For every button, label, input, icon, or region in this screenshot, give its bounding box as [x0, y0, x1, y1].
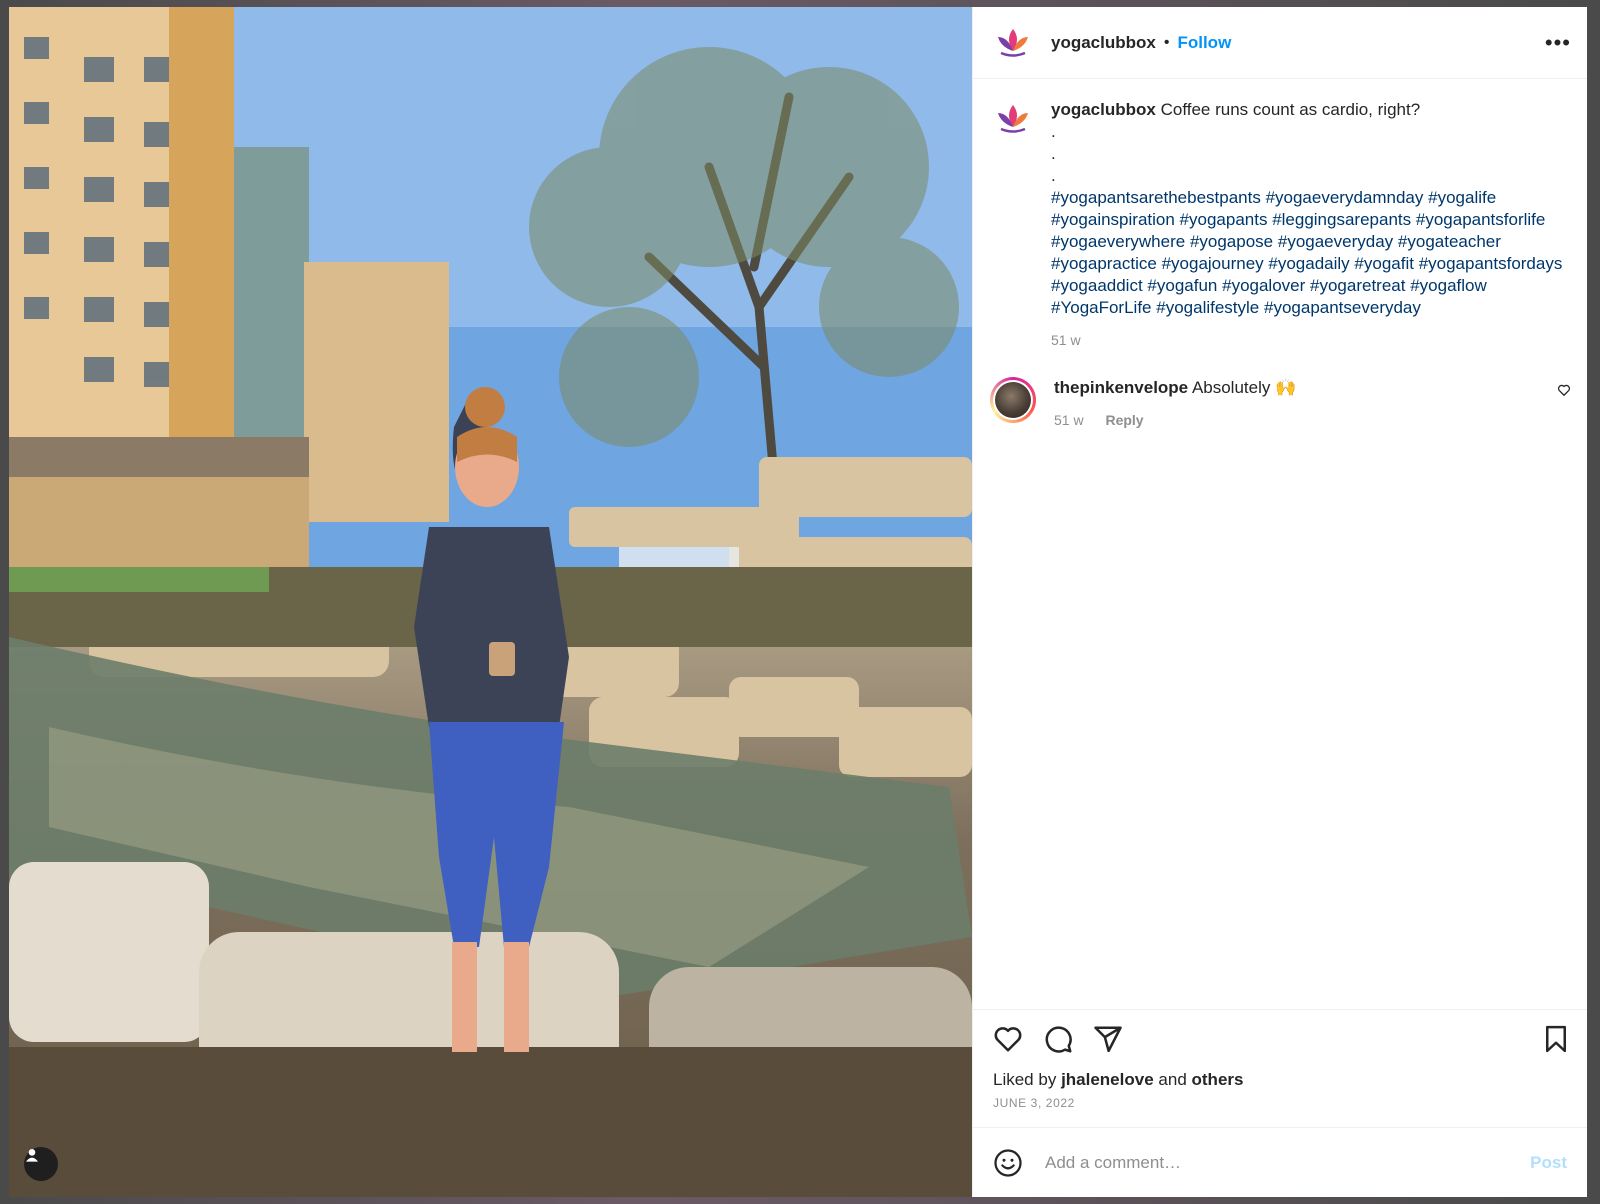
- comment-item: thepinkenvelope Absolutely 🙌 51 w Reply: [990, 377, 1571, 431]
- hashtag-link[interactable]: #yogajourney: [1162, 254, 1264, 273]
- action-icons: [993, 1024, 1571, 1054]
- smiley-icon[interactable]: [993, 1148, 1023, 1178]
- caption-meta: 51 w: [1051, 329, 1571, 351]
- hashtag-link[interactable]: #yogalover: [1222, 276, 1305, 295]
- hashtag-link[interactable]: #yogapantsfordays: [1419, 254, 1563, 273]
- lotus-logo-icon: [998, 28, 1028, 57]
- hashtag-link[interactable]: #yogaflow: [1410, 276, 1487, 295]
- reply-button[interactable]: Reply: [1105, 412, 1143, 428]
- author-username[interactable]: yogaclubbox: [1051, 33, 1156, 53]
- hashtag-link[interactable]: #yogafit: [1354, 254, 1414, 273]
- likes-user[interactable]: jhalenelove: [1061, 1070, 1154, 1089]
- hashtag-link[interactable]: #yogaeverydamnday: [1266, 188, 1424, 207]
- likes-conj: and: [1158, 1070, 1187, 1089]
- likes-others[interactable]: others: [1192, 1070, 1244, 1089]
- hashtag-link[interactable]: #yogapants: [1180, 210, 1268, 229]
- hashtag-link[interactable]: #yogalifestyle: [1156, 298, 1259, 317]
- heart-icon[interactable]: [993, 1024, 1023, 1054]
- heart-icon: [1557, 384, 1571, 396]
- more-options-icon[interactable]: •••: [1545, 30, 1571, 56]
- post-header: yogaclubbox • Follow •••: [973, 7, 1587, 79]
- hashtag-link[interactable]: #yogapantseveryday: [1264, 298, 1421, 317]
- add-comment-bar: Post: [973, 1127, 1587, 1197]
- hashtag-link[interactable]: #yogapantsforlife: [1416, 210, 1545, 229]
- follow-button[interactable]: Follow: [1177, 33, 1231, 53]
- comment-text: Absolutely 🙌: [1191, 378, 1297, 397]
- comment-input[interactable]: [1043, 1151, 1531, 1174]
- author-avatar[interactable]: [993, 22, 1033, 63]
- post-modal: yogaclubbox • Follow ••• yogaclubbox Cof…: [9, 7, 1587, 1197]
- hashtag-link[interactable]: #YogaForLife: [1051, 298, 1152, 317]
- header-separator: •: [1163, 33, 1170, 51]
- comment-bubble-icon[interactable]: [1043, 1024, 1073, 1054]
- commenter-avatar[interactable]: [990, 377, 1036, 423]
- caption-hashtags: #yogapantsarethebestpants #yogaeverydamn…: [1051, 187, 1571, 319]
- likes-summary: Liked by jhalenelove and others: [993, 1070, 1571, 1090]
- caption-avatar[interactable]: [993, 99, 1033, 139]
- hashtag-link[interactable]: #yogafun: [1147, 276, 1217, 295]
- comments-list[interactable]: yogaclubbox Coffee runs count as cardio,…: [973, 79, 1587, 1009]
- caption-username[interactable]: yogaclubbox: [1051, 100, 1156, 119]
- post-side-panel: yogaclubbox • Follow ••• yogaclubbox Cof…: [972, 7, 1587, 1197]
- paper-plane-icon[interactable]: [1093, 1024, 1123, 1054]
- hashtag-link[interactable]: #yogaeverywhere: [1051, 232, 1185, 251]
- commenter-photo: [995, 382, 1031, 418]
- comment-like-button[interactable]: [1557, 377, 1571, 402]
- hashtag-link[interactable]: #yogapractice: [1051, 254, 1157, 273]
- caption-age[interactable]: 51 w: [1051, 332, 1081, 348]
- hashtag-link[interactable]: #yogapose: [1190, 232, 1273, 251]
- likes-prefix: Liked by: [993, 1070, 1057, 1089]
- user-tag-icon[interactable]: [24, 1147, 58, 1181]
- post-comment-button[interactable]: Post: [1530, 1153, 1567, 1173]
- hashtag-link[interactable]: #yogaretreat: [1310, 276, 1405, 295]
- post-actions: Liked by jhalenelove and others JUNE 3, …: [973, 1009, 1587, 1127]
- user-icon: [26, 1149, 38, 1162]
- comment-username[interactable]: thepinkenvelope: [1054, 378, 1188, 397]
- hashtag-link[interactable]: #yogadaily: [1268, 254, 1349, 273]
- hashtag-link[interactable]: #leggingsarepants: [1272, 210, 1411, 229]
- post-photo[interactable]: [9, 7, 972, 1197]
- hashtag-link[interactable]: #yogaeveryday: [1278, 232, 1393, 251]
- hashtag-link[interactable]: #yogainspiration: [1051, 210, 1175, 229]
- caption-row: yogaclubbox Coffee runs count as cardio,…: [993, 99, 1571, 351]
- comment-meta: 51 w Reply: [1054, 409, 1557, 431]
- lotus-logo-icon: [998, 105, 1028, 133]
- hashtag-link[interactable]: #yogalife: [1428, 188, 1496, 207]
- photo-illustration: [9, 7, 972, 1197]
- comment-age[interactable]: 51 w: [1054, 412, 1084, 428]
- hashtag-link[interactable]: #yogaaddict: [1051, 276, 1143, 295]
- bookmark-icon[interactable]: [1541, 1024, 1571, 1054]
- post-date[interactable]: JUNE 3, 2022: [993, 1096, 1571, 1110]
- hashtag-link[interactable]: #yogapantsarethebestpants: [1051, 188, 1261, 207]
- hashtag-link[interactable]: #yogateacher: [1398, 232, 1501, 251]
